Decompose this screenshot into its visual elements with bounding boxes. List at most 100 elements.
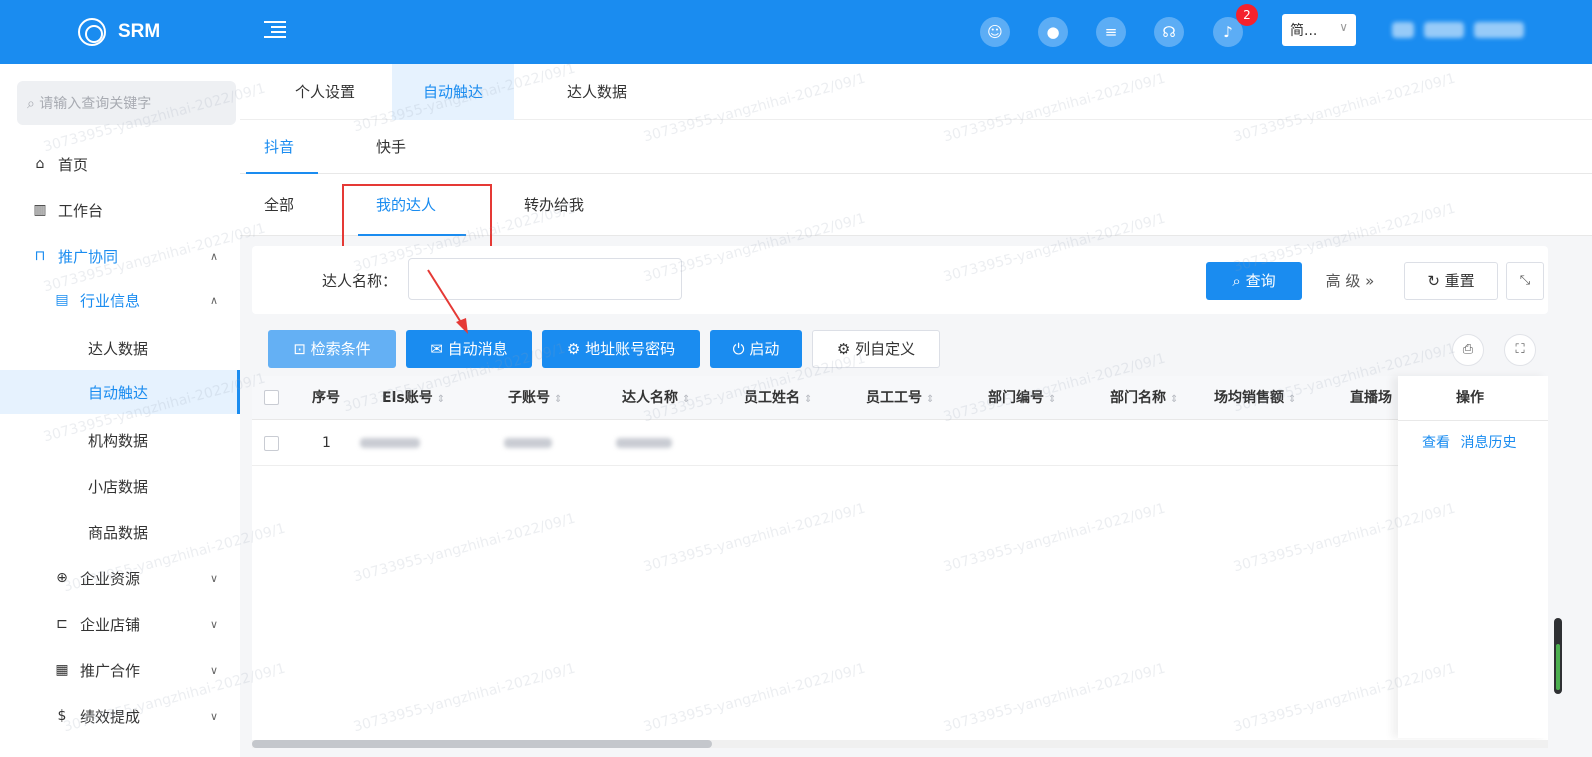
column-header[interactable]: 子账号 ⇕	[508, 376, 562, 420]
shop-icon: ⊏	[56, 616, 68, 632]
query-label: 查询	[1245, 272, 1276, 290]
sort-icon: ⇕	[804, 394, 813, 405]
sidebar-item-label: 商品数据	[88, 523, 149, 542]
chevron-up-icon: ∧	[209, 249, 218, 263]
sidebar-item-influencer-data[interactable]: 达人数据	[0, 326, 240, 370]
sidebar-item-enterprise-shop[interactable]: ⊏ 企业店铺 ∨	[0, 602, 240, 646]
search-icon: ⌕	[1232, 272, 1246, 290]
chevron-down-icon: ∨	[1339, 20, 1348, 34]
menu-toggle-icon[interactable]	[264, 18, 286, 42]
sidebar-item-label: 绩效提成	[80, 707, 141, 726]
influencer-name-label: 达人名称：	[322, 272, 398, 290]
column-header[interactable]: 员工工号 ⇕	[866, 376, 934, 420]
view-link[interactable]: 查看	[1422, 435, 1450, 451]
reset-button[interactable]: ↻ 重置	[1404, 262, 1498, 300]
user-info[interactable]	[1392, 22, 1552, 42]
globe-icon: ⊕	[56, 570, 68, 586]
search-placeholder: 请输入查询关键字	[39, 96, 152, 112]
column-header[interactable]: 场均销售额 ⇕	[1214, 376, 1296, 420]
sidebar-item-enterprise-resources[interactable]: ⊕ 企业资源 ∨	[0, 556, 240, 600]
fullscreen-icon[interactable]: ⛶	[1504, 334, 1536, 366]
sidebar-item-workbench[interactable]: ▥ 工作台	[0, 188, 240, 232]
refresh-icon: ↻	[1427, 272, 1445, 290]
column-header: 操作	[1456, 390, 1484, 406]
select-all-checkbox[interactable]	[264, 390, 279, 405]
chevron-down-icon: ∨	[209, 571, 218, 585]
tab-douyin[interactable]: 抖音	[264, 120, 294, 174]
tab-all[interactable]: 全部	[264, 174, 294, 236]
button-label: 地址账号密码	[585, 340, 676, 358]
page-tabs: 个人设置 自动触达 达人数据	[240, 64, 1592, 120]
message-history-link[interactable]: 消息历史	[1460, 435, 1516, 451]
chevron-up-icon: ∧	[209, 293, 218, 307]
sidebar-item-label: 机构数据	[88, 431, 149, 450]
column-header[interactable]: 部门名称 ⇕	[1110, 376, 1178, 420]
horizontal-scrollbar[interactable]	[252, 740, 1548, 748]
sidebar-item-promotion[interactable]: ⊓ 推广协同 ∧	[0, 234, 240, 278]
column-header: 序号	[312, 390, 340, 406]
power-icon: ⏻	[732, 340, 750, 358]
home-icon: ⌂	[35, 156, 45, 172]
app-name: SRM	[118, 21, 161, 42]
sort-icon: ⇕	[1170, 394, 1179, 405]
message-icon[interactable]: ≡	[1096, 17, 1126, 47]
sort-icon: ⇕	[682, 394, 691, 405]
button-label: 启动	[749, 340, 780, 358]
print-icon[interactable]: ⎙	[1452, 334, 1484, 366]
tab-transferred-to-me[interactable]: 转办给我	[524, 174, 584, 236]
dollar-icon: $	[57, 708, 67, 724]
column-header[interactable]: Els账号 ⇕	[382, 376, 445, 420]
column-header[interactable]: 部门编号 ⇕	[988, 376, 1056, 420]
sidebar-item-product-data[interactable]: 商品数据	[0, 510, 240, 554]
sidebar-search-input[interactable]: ⌕ 请输入查询关键字	[17, 81, 236, 125]
sidebar-item-label: 自动触达	[88, 383, 149, 402]
top-bar: SRM ☺ ● ≡ ☊ ♪ 2 简... ∨	[0, 0, 1592, 64]
sidebar-item-promotion-cooperation[interactable]: ▦ 推广合作 ∨	[0, 648, 240, 692]
language-select[interactable]: 简... ∨	[1282, 14, 1356, 46]
platform-tabs: 抖音 快手	[240, 120, 1592, 174]
vertical-scrollbar[interactable]	[1554, 618, 1562, 694]
advanced-button[interactable]: 高 级 »	[1304, 262, 1396, 300]
sidebar-item-label: 推广合作	[80, 661, 141, 680]
sidebar-item-industry[interactable]: ▤ 行业信息 ∧	[0, 278, 240, 322]
circle-icon[interactable]: ●	[1038, 17, 1068, 47]
app-logo[interactable]: SRM	[78, 18, 160, 46]
query-button[interactable]: ⌕ 查询	[1206, 262, 1302, 300]
start-button[interactable]: ⏻ 启动	[710, 330, 802, 368]
sidebar-item-performance[interactable]: $ 绩效提成 ∨	[0, 694, 240, 738]
search-conditions-button[interactable]: ⊡ 检索条件	[268, 330, 396, 368]
sidebar-item-store-data[interactable]: 小店数据	[0, 464, 240, 508]
collapse-icon[interactable]: ⤡	[1506, 262, 1544, 300]
sort-icon: ⇕	[926, 394, 935, 405]
address-account-password-button[interactable]: ⚙ 地址账号密码	[542, 330, 700, 368]
search-icon: ⌕	[27, 96, 35, 112]
els-account-value	[360, 438, 420, 448]
chevron-down-icon: ∨	[209, 709, 218, 723]
sidebar-item-home[interactable]: ⌂ 首页	[0, 142, 240, 186]
sort-icon: ⇕	[1288, 394, 1297, 405]
support-icon[interactable]: ☊	[1154, 17, 1184, 47]
sort-icon: ⇕	[554, 394, 563, 405]
sidebar-item-label: 达人数据	[88, 339, 149, 358]
column-custom-button[interactable]: ⚙ 列自定义	[812, 330, 940, 368]
sidebar-item-agency-data[interactable]: 机构数据	[0, 418, 240, 462]
chevron-down-icon: ∨	[209, 663, 218, 677]
sidebar-item-auto-reach[interactable]: 自动触达	[0, 370, 240, 414]
column-header[interactable]: 员工姓名 ⇕	[744, 376, 812, 420]
user-pin-icon[interactable]: ☺	[980, 17, 1010, 47]
column-header[interactable]: 直播场	[1350, 376, 1392, 420]
table-header: 序号 Els账号 ⇕ 子账号 ⇕ 达人名称 ⇕ 员工姓名 ⇕ 员工工号 ⇕ 部门编号 ⇕ 部…	[252, 376, 1548, 420]
gear-icon: ⚙	[836, 340, 856, 358]
tab-personal-settings[interactable]: 个人设置	[264, 64, 386, 120]
sidebar: ⌕ 请输入查询关键字 ⌂ 首页 ▥ 工作台 ⊓ 推广协同 ∧ ▤ 行业信息 ∧ …	[0, 64, 240, 757]
table-row[interactable]: 1	[252, 420, 1548, 466]
auto-message-button[interactable]: ✉ 自动消息	[406, 330, 532, 368]
tab-auto-reach[interactable]: 自动触达	[392, 64, 514, 120]
row-checkbox[interactable]	[264, 436, 279, 451]
influencer-name-input[interactable]	[408, 258, 682, 300]
column-header[interactable]: 达人名称 ⇕	[622, 376, 690, 420]
button-label: 检索条件	[310, 340, 371, 358]
tab-kuaishou[interactable]: 快手	[376, 120, 406, 174]
tab-influencer-data[interactable]: 达人数据	[536, 64, 658, 120]
mail-icon: ✉	[430, 340, 448, 358]
